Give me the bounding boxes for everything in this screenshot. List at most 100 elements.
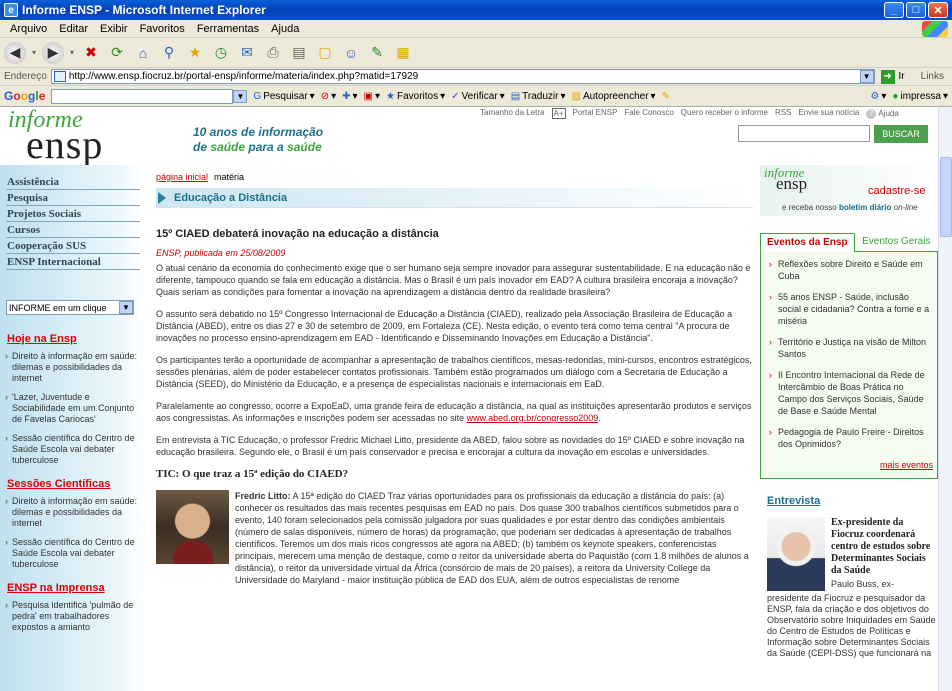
home-icon[interactable]: ⌂ <box>132 42 154 64</box>
entrevista-heading[interactable]: Entrevista <box>767 495 938 507</box>
pagerank-button[interactable]: ▣ ▾ <box>364 91 380 102</box>
google-favorites-button[interactable]: ★ Favoritos ▾ <box>386 91 445 102</box>
research-icon[interactable]: ✎ <box>366 42 388 64</box>
section-ensp-na-imprensa[interactable]: ENSP na Imprensa <box>7 582 143 594</box>
menu-favoritos[interactable]: Favoritos <box>134 23 191 35</box>
article-paragraph: O atual cenário da economia do conhecime… <box>156 263 751 297</box>
edit-icon[interactable]: ▤ <box>288 42 310 64</box>
stop-icon[interactable]: ✖ <box>80 42 102 64</box>
translate-label: Traduzir <box>522 90 559 102</box>
minimize-button[interactable]: _ <box>884 2 904 18</box>
standard-toolbar: ◀ ▾ ▶ ▾ ✖ ⟳ ⌂ ⚲ ★ ◷ ✉ ⎙ ▤ ▢ ☺ ✎ ▦ <box>0 38 952 68</box>
close-button[interactable]: ✕ <box>928 2 948 18</box>
list-item[interactable]: Sessão científica do Centro de Saúde Esc… <box>5 433 139 466</box>
list-item[interactable]: Sessão científica do Centro de Saúde Esc… <box>5 537 139 570</box>
back-dropdown-icon[interactable]: ▾ <box>30 42 38 64</box>
select-dropdown-icon[interactable]: ▼ <box>119 301 133 314</box>
mail-icon[interactable]: ✉ <box>236 42 258 64</box>
links-button[interactable]: Links <box>921 71 944 82</box>
menu-editar[interactable]: Editar <box>53 23 94 35</box>
nav-item-cooperacao[interactable]: Cooperação SUS <box>6 238 140 254</box>
maximize-button[interactable]: □ <box>906 2 926 18</box>
contact-link[interactable]: Fale Conosco <box>624 108 673 119</box>
menu-ferramentas[interactable]: Ferramentas <box>191 23 265 35</box>
informe-select[interactable]: INFORME em um clique ▼ <box>6 300 134 315</box>
nav-item-cursos[interactable]: Cursos <box>6 222 140 238</box>
popup-blocker-button[interactable]: ⊘ ▾ <box>321 91 336 102</box>
forward-icon[interactable]: ▶ <box>42 41 64 64</box>
nav-item-projetos[interactable]: Projetos Sociais <box>6 206 140 222</box>
scrollbar-thumb[interactable] <box>940 157 952 237</box>
font-increase-button[interactable]: A+ <box>551 108 566 119</box>
google-favorites-label: Favoritos <box>396 90 439 102</box>
address-dropdown-icon[interactable]: ▼ <box>859 70 874 83</box>
list-item[interactable]: 'Lazer, Juventude e Sociabilidade em um … <box>5 392 139 425</box>
informe-ensp-logo[interactable]: informe ensp <box>8 108 104 167</box>
event-item[interactable]: Reflexões sobre Direito e Saúde em Cuba <box>765 258 933 282</box>
messenger-icon[interactable]: ☺ <box>340 42 362 64</box>
site-search-button[interactable]: BUSCAR <box>874 125 928 143</box>
translate-button[interactable]: ▤ Traduzir ▾ <box>511 91 566 102</box>
google-search-button[interactable]: G Pesquisar ▾ <box>253 91 314 102</box>
menu-exibir[interactable]: Exibir <box>94 23 134 35</box>
tab-eventos-ensp[interactable]: Eventos da Ensp <box>760 233 855 252</box>
settings-button[interactable]: ⚙ ▾ <box>870 91 886 102</box>
highlight-button[interactable]: ✎ <box>662 91 670 102</box>
right-column: informe ensp cadastre-se e receba nosso b… <box>760 165 938 659</box>
autofill-icon: ▧ <box>571 90 581 102</box>
event-item[interactable]: II Encontro Internacional da Rede de Int… <box>765 369 933 417</box>
discuss-icon[interactable]: ▢ <box>314 42 336 64</box>
print-icon[interactable]: ⎙ <box>262 42 284 64</box>
subscribe-link[interactable]: Quero receber o informe <box>681 108 768 119</box>
wrench-icon: ⚙ <box>870 90 880 102</box>
google-search-input[interactable] <box>51 88 234 104</box>
search-icon[interactable]: ⚲ <box>158 42 180 64</box>
section-hoje-na-ensp[interactable]: Hoje na Ensp <box>7 333 143 345</box>
refresh-icon[interactable]: ⟳ <box>106 42 128 64</box>
interview-teaser-title[interactable]: Ex-presidente da Fiocruz coordenará cent… <box>831 517 938 577</box>
send-news-link[interactable]: Envie sua notícia <box>798 108 859 119</box>
list-item[interactable]: Direito à informação em saúde: dilemas e… <box>5 496 139 529</box>
autofill-button[interactable]: ▧ Autopreencher ▾ <box>571 91 655 102</box>
breadcrumb-home-link[interactable]: página inicial <box>156 172 208 182</box>
cadastre-link[interactable]: cadastre-se <box>868 185 925 197</box>
event-item[interactable]: Território e Justiça na visão de Milton … <box>765 336 933 360</box>
menu-ajuda[interactable]: Ajuda <box>265 23 305 35</box>
google-dropdown-icon[interactable]: ▼ <box>233 89 248 103</box>
font-size-link[interactable]: Tamanho da Letra <box>480 108 545 119</box>
site-search-input[interactable] <box>738 125 870 142</box>
more-events-link[interactable]: mais eventos <box>765 459 933 471</box>
rss-link[interactable]: RSS <box>775 108 791 119</box>
back-icon[interactable]: ◀ <box>4 41 26 64</box>
event-item[interactable]: 55 anos ENSP - Saúde, inclusão social e … <box>765 291 933 327</box>
add-button[interactable]: ✚ ▾ <box>342 91 357 102</box>
print-status-button[interactable]: ● impressa ▾ <box>892 91 948 102</box>
extra-icon[interactable]: ▦ <box>392 42 414 64</box>
vertical-scrollbar[interactable] <box>938 107 952 691</box>
nav-item-pesquisa[interactable]: Pesquisa <box>6 190 140 206</box>
history-icon[interactable]: ◷ <box>210 42 232 64</box>
forward-dropdown-icon[interactable]: ▾ <box>68 42 76 64</box>
interview-teaser-lead: Paulo Buss, ex- <box>831 579 895 589</box>
abed-link[interactable]: www.abed.org.br/congresso2009 <box>467 413 599 423</box>
tab-eventos-gerais[interactable]: Eventos Gerais <box>854 233 938 252</box>
nav-item-internacional[interactable]: ENSP Internacional <box>6 254 140 270</box>
address-bar: Endereço http://www.ensp.fiocruz.br/port… <box>0 68 952 86</box>
subscribe-banner[interactable]: informe ensp cadastre-se e receba nosso b… <box>760 165 938 216</box>
go-arrow-icon[interactable]: ➜ <box>880 69 895 84</box>
list-item[interactable]: Pesquisa identifica 'pulmão de pedra' em… <box>5 600 139 633</box>
paulo-buss-photo[interactable] <box>767 517 825 591</box>
logo-ensp: ensp <box>26 122 104 167</box>
nav-item-assistencia[interactable]: Assistência <box>6 174 140 190</box>
spellcheck-button[interactable]: ✓ Verificar ▾ <box>451 91 505 102</box>
address-input[interactable]: http://www.ensp.fiocruz.br/portal-ensp/i… <box>50 69 875 84</box>
go-button[interactable]: Ir <box>899 71 905 82</box>
help-link[interactable]: ? Ajuda <box>866 108 899 119</box>
portal-ensp-link[interactable]: Portal ENSP <box>573 108 618 119</box>
event-item[interactable]: Pedagogia de Paulo Freire - Direitos dos… <box>765 426 933 450</box>
list-item[interactable]: Direito à informação em saúde: dilemas e… <box>5 351 139 384</box>
section-sessoes-cientificas[interactable]: Sessões Científicas <box>7 478 143 490</box>
favorites-icon[interactable]: ★ <box>184 42 206 64</box>
menu-arquivo[interactable]: Arquivo <box>4 23 53 35</box>
hoje-list: Direito à informação em saúde: dilemas e… <box>5 351 139 466</box>
